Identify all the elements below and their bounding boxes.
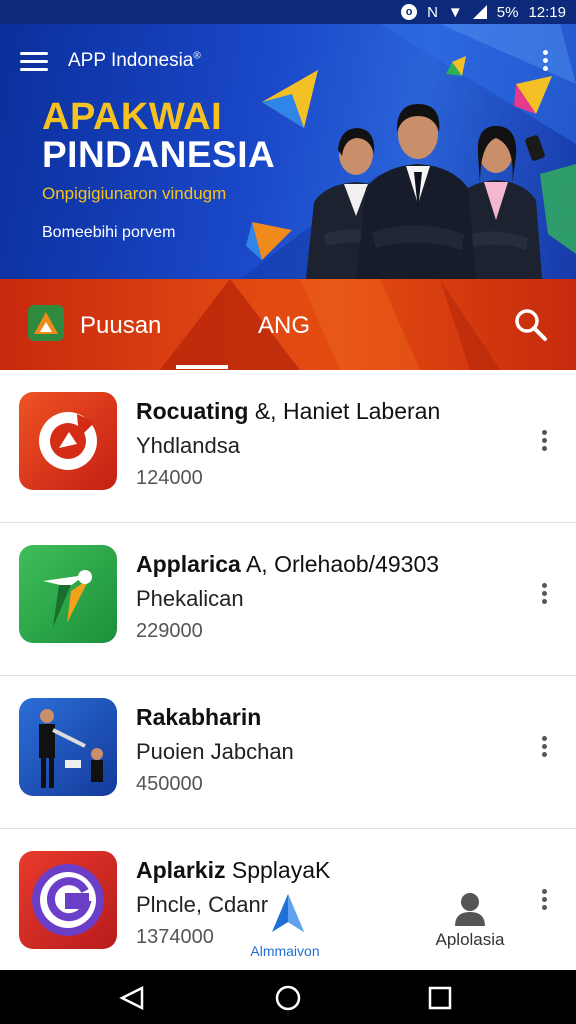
system-navigation-bar <box>0 970 576 1024</box>
app-title: Rakabharin <box>136 704 261 731</box>
paper-plane-icon <box>272 894 304 932</box>
app-logo-icon <box>28 305 64 341</box>
app-title-rest: &, Haniet Laberan <box>248 398 441 424</box>
banner-headline-1: APAKWAI <box>42 96 223 138</box>
battery-text: 5% <box>496 3 519 21</box>
app-download-count: 450000 <box>136 773 203 795</box>
app-title-rest: A, Orlehaob/49303 <box>240 551 440 577</box>
clock: 12:19 <box>528 3 566 21</box>
app-title: Rocuating &, Haniet Laberan <box>136 398 440 425</box>
list-item[interactable]: Rocuating &, Haniet Laberan Yhdlandsa 12… <box>0 370 576 523</box>
item-menu-icon[interactable] <box>536 583 552 609</box>
app-root: o N ▼ 5% 12:19 APP Indonesia® APAKWAI PI… <box>0 0 576 1024</box>
hero-banner: APP Indonesia® APAKWAI PINDANESIA Onpigi… <box>0 24 576 279</box>
app-title-rest: SpplayaK <box>225 857 331 883</box>
nfc-icon: N <box>427 3 438 21</box>
app-title: Aplarkiz SpplayaK <box>136 857 330 884</box>
app-subtitle: Yhdlandsa <box>136 433 240 458</box>
app-title: Applarica A, Orlehaob/49303 <box>136 551 439 578</box>
app-download-count: 229000 <box>136 620 203 642</box>
list-item[interactable]: Applarica A, Orlehaob/49303 Phekalican 2… <box>0 523 576 676</box>
banner-subtag: Bomeebihi porvem <box>42 224 176 241</box>
businessman-icon <box>19 698 117 796</box>
wifi-icon: ▼ <box>447 3 463 21</box>
bottom-tab-label: Almmaivon <box>250 943 320 959</box>
app-title-bold: Rakabharin <box>136 704 262 730</box>
banner-tagline: Onpigigiunaron vindugm <box>42 184 227 203</box>
app-subtitle: Puoien Jabchan <box>136 739 294 764</box>
app-title-text: APP Indonesia <box>68 50 194 71</box>
banner-headline-2: PINDANESIA <box>42 134 276 175</box>
tab-ang[interactable]: ANG <box>258 312 310 340</box>
hamburger-menu-icon[interactable] <box>20 52 48 72</box>
tab-indicator <box>176 365 228 369</box>
back-icon[interactable] <box>118 986 146 1010</box>
registered-mark: ® <box>193 50 201 62</box>
app-download-count: 1374000 <box>136 926 214 948</box>
app-title: APP Indonesia® <box>68 50 201 72</box>
bottom-tab-label: Aplolasia <box>435 930 505 949</box>
g-circle-icon <box>19 851 117 949</box>
home-icon[interactable] <box>274 984 302 1012</box>
item-menu-icon[interactable] <box>536 430 552 456</box>
app-title-bold: Aplarkiz <box>136 857 226 883</box>
app-title-bold: Applarica <box>136 551 241 577</box>
status-bar: o N ▼ 5% 12:19 <box>0 0 576 24</box>
business-people-illustration <box>306 104 542 279</box>
bottom-tab-almmaivon[interactable]: Almmaivon <box>230 888 340 968</box>
app-download-count: 124000 <box>136 467 203 489</box>
red-refresh-icon <box>19 392 117 490</box>
person-icon <box>455 893 485 926</box>
bottom-tab-aplolasia[interactable]: Aplolasia <box>425 888 515 968</box>
list-item[interactable]: Rakabharin Puoien Jabchan 450000 <box>0 676 576 829</box>
app-title-bold: Rocuating <box>136 398 249 424</box>
overflow-menu-icon[interactable] <box>536 50 554 76</box>
signal-icon <box>472 5 487 19</box>
tab-puusan[interactable]: Puusan <box>80 312 161 340</box>
green-arrow-icon <box>19 545 117 643</box>
search-icon[interactable] <box>514 308 548 342</box>
tab-bar: Puusan ANG <box>0 279 576 370</box>
item-menu-icon[interactable] <box>536 889 552 915</box>
item-menu-icon[interactable] <box>536 736 552 762</box>
notification-icon: o <box>401 4 418 20</box>
app-subtitle: Phekalican <box>136 586 244 611</box>
recents-icon[interactable] <box>428 986 452 1010</box>
